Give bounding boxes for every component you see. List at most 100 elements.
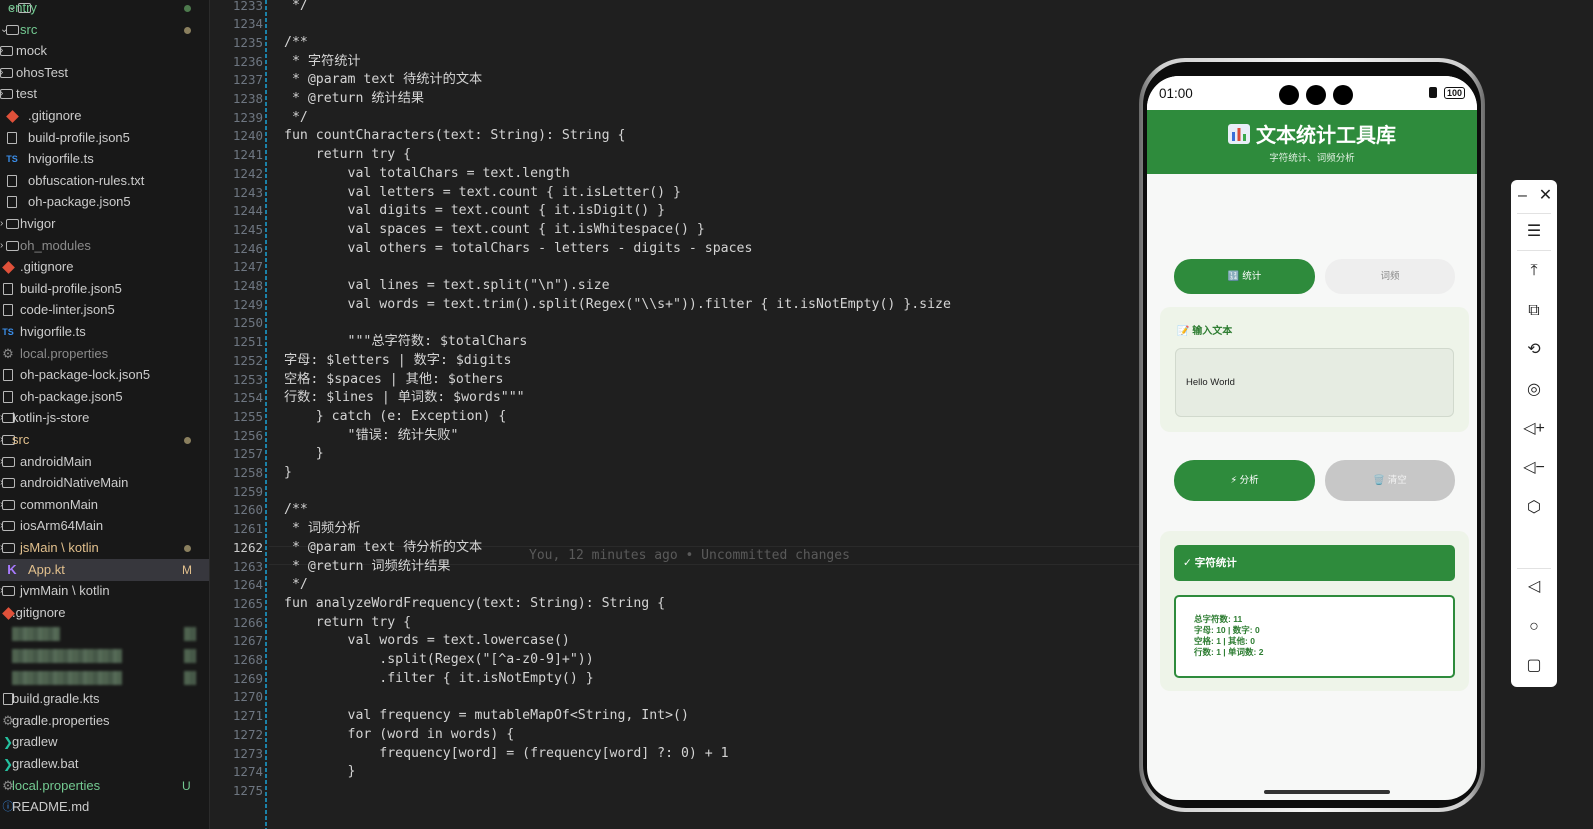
- code-line[interactable]: val frequency = mutableMapOf<String, Int…: [284, 707, 689, 726]
- code-line[interactable]: 空格: $spaces | 其他: $others: [284, 371, 503, 390]
- code-line[interactable]: 行数: $lines | 单词数: $words""": [284, 389, 525, 408]
- minimize-icon[interactable]: –: [1511, 183, 1534, 209]
- redacted-badge: [184, 649, 196, 663]
- rotate-icon[interactable]: ⟲: [1511, 337, 1557, 363]
- code-line[interactable]: val spaces = text.count { it.isWhitespac…: [284, 221, 705, 240]
- tree-item-redacted[interactable]: [0, 623, 209, 645]
- tree-folder[interactable]: › test: [0, 83, 209, 105]
- code-line[interactable]: */: [284, 109, 308, 128]
- screen-record-icon[interactable]: ◎: [1511, 377, 1557, 403]
- code-line[interactable]: val lines = text.split("\n").size: [284, 277, 610, 296]
- tab-statistics[interactable]: 🔢 统计: [1174, 259, 1315, 294]
- code-editor[interactable]: 1233 1234 1235 1236 1237 1238 1239 1240 1241 1242…: [211, 0, 1140, 829]
- tree-file[interactable]: ⚙ local.properties U: [0, 775, 209, 797]
- code-line[interactable]: val words = text.trim().split(Regex("\\s…: [284, 296, 951, 315]
- tree-folder[interactable]: › androidMain: [0, 451, 209, 473]
- code-line[interactable]: for (word in words) {: [284, 726, 515, 745]
- tree-file[interactable]: TS hvigorfile.ts: [0, 321, 209, 343]
- code-line[interactable]: * 词频分析: [284, 520, 361, 539]
- home-icon[interactable]: ○: [1511, 614, 1557, 640]
- tree-folder[interactable]: › src: [0, 429, 209, 451]
- tree-file[interactable]: build-profile.json5: [0, 278, 209, 300]
- volume-up-icon[interactable]: ◁+: [1511, 416, 1557, 442]
- code-line[interactable]: }: [284, 763, 356, 782]
- code-line[interactable]: /**: [284, 34, 308, 53]
- tree-folder[interactable]: › androidNativeMain: [0, 472, 209, 494]
- tree-file[interactable]: ⚙ local.properties: [0, 343, 209, 365]
- tree-file[interactable]: TS hvigorfile.ts: [0, 148, 209, 170]
- tree-file[interactable]: obfuscation-rules.txt: [0, 170, 209, 192]
- tree-file[interactable]: build.gradle.kts: [0, 688, 209, 710]
- tree-file[interactable]: .gitignore: [0, 105, 209, 127]
- code-line[interactable]: fun countCharacters(text: String): Strin…: [284, 127, 625, 146]
- code-line[interactable]: "错误: 统计失败": [284, 427, 459, 446]
- tree-folder[interactable]: ⌄ entry: [0, 0, 209, 19]
- tree-file[interactable]: ⓘ README.md: [0, 796, 209, 818]
- code-line[interactable]: .split(Regex("[^a-z0-9]+")): [284, 651, 593, 670]
- code-line[interactable]: val totalChars = text.length: [284, 165, 570, 184]
- phone-screen[interactable]: 01:00 100 文本统计工具库 字符统计、词频分析 �: [1147, 76, 1477, 800]
- tree-folder[interactable]: › ohosTest: [0, 62, 209, 84]
- code-line[interactable]: * @return 统计结果: [284, 90, 424, 109]
- tree-folder[interactable]: › jsMain \ kotlin: [0, 537, 209, 559]
- folder-icon: [0, 40, 14, 64]
- code-line[interactable]: return try {: [284, 146, 411, 165]
- code-line[interactable]: * 字符统计: [284, 53, 361, 72]
- tree-file[interactable]: ❯ gradlew.bat: [0, 753, 209, 775]
- tree-folder[interactable]: › iosArm64Main: [0, 515, 209, 537]
- pin-top-icon[interactable]: ⤒: [1511, 258, 1557, 284]
- analyze-button[interactable]: ⚡ 分析: [1174, 460, 1315, 501]
- close-icon[interactable]: ✕: [1534, 183, 1557, 209]
- code-line[interactable]: */: [284, 576, 308, 595]
- divider: [1517, 568, 1551, 569]
- code-line[interactable]: val others = totalChars - letters - digi…: [284, 240, 753, 259]
- code-line[interactable]: */: [284, 0, 308, 15]
- code-line[interactable]: }: [284, 464, 292, 483]
- tree-file[interactable]: oh-package-lock.json5: [0, 364, 209, 386]
- code-line[interactable]: .filter { it.isNotEmpty() }: [284, 670, 593, 689]
- code-line[interactable]: val digits = text.count { it.isDigit() }: [284, 202, 666, 221]
- tree-folder[interactable]: › commonMain: [0, 494, 209, 516]
- menu-icon[interactable]: ☰: [1511, 219, 1557, 245]
- code-line[interactable]: * @param text 待分析的文本: [284, 539, 482, 558]
- tree-file[interactable]: K App.kt M: [0, 558, 209, 581]
- recents-icon[interactable]: ▢: [1511, 653, 1557, 679]
- tree-folder[interactable]: › mock: [0, 40, 209, 64]
- tree-file[interactable]: .gitignore: [0, 256, 209, 278]
- back-icon[interactable]: ◁: [1511, 574, 1557, 600]
- code-line[interactable]: * @return 词频统计结果: [284, 558, 451, 577]
- tree-file[interactable]: oh-package.json5: [0, 386, 209, 408]
- line-number: 1258: [232, 465, 263, 480]
- code-line[interactable]: return try {: [284, 614, 411, 633]
- tree-file[interactable]: oh-package.json5: [0, 191, 209, 213]
- tree-folder[interactable]: › oh_modules: [0, 235, 209, 257]
- tree-item-redacted[interactable]: [0, 645, 209, 667]
- code-line[interactable]: }: [284, 445, 324, 464]
- code-line[interactable]: 字母: $letters | 数字: $digits: [284, 352, 511, 371]
- tree-folder[interactable]: ⌄ src: [0, 19, 209, 41]
- code-line[interactable]: val words = text.lowercase(): [284, 632, 570, 651]
- tree-folder[interactable]: › kotlin-js-store: [0, 407, 209, 429]
- crop-icon[interactable]: ⧉: [1511, 298, 1557, 324]
- tree-item-redacted[interactable]: [0, 667, 209, 689]
- code-line[interactable]: /**: [284, 501, 308, 520]
- code-line[interactable]: } catch (e: Exception) {: [284, 408, 507, 427]
- code-line[interactable]: * @param text 待统计的文本: [284, 71, 482, 90]
- code-line[interactable]: frequency[word] = (frequency[word] ?: 0)…: [284, 745, 728, 764]
- text-input[interactable]: Hello World: [1175, 348, 1454, 417]
- tree-file[interactable]: ❯ gradlew: [0, 731, 209, 753]
- tab-word-frequency[interactable]: 词频: [1325, 259, 1455, 294]
- tree-file[interactable]: ⚙ gradle.properties: [0, 710, 209, 732]
- home-indicator[interactable]: [1264, 790, 1390, 794]
- clear-button[interactable]: 🗑️ 清空: [1325, 460, 1455, 501]
- tree-file[interactable]: code-linter.json5: [0, 299, 209, 321]
- tree-folder[interactable]: › jvmMain \ kotlin: [0, 580, 209, 602]
- code-line[interactable]: fun analyzeWordFrequency(text: String): …: [284, 595, 665, 614]
- code-line[interactable]: val letters = text.count { it.isLetter()…: [284, 184, 681, 203]
- tree-folder[interactable]: › hvigor: [0, 213, 209, 235]
- shake-icon[interactable]: ⬡: [1511, 495, 1557, 521]
- tree-file[interactable]: .gitignore: [0, 602, 209, 624]
- code-line[interactable]: """总字符数: $totalChars: [284, 333, 528, 352]
- volume-down-icon[interactable]: ◁−: [1511, 455, 1557, 481]
- tree-file[interactable]: build-profile.json5: [0, 127, 209, 149]
